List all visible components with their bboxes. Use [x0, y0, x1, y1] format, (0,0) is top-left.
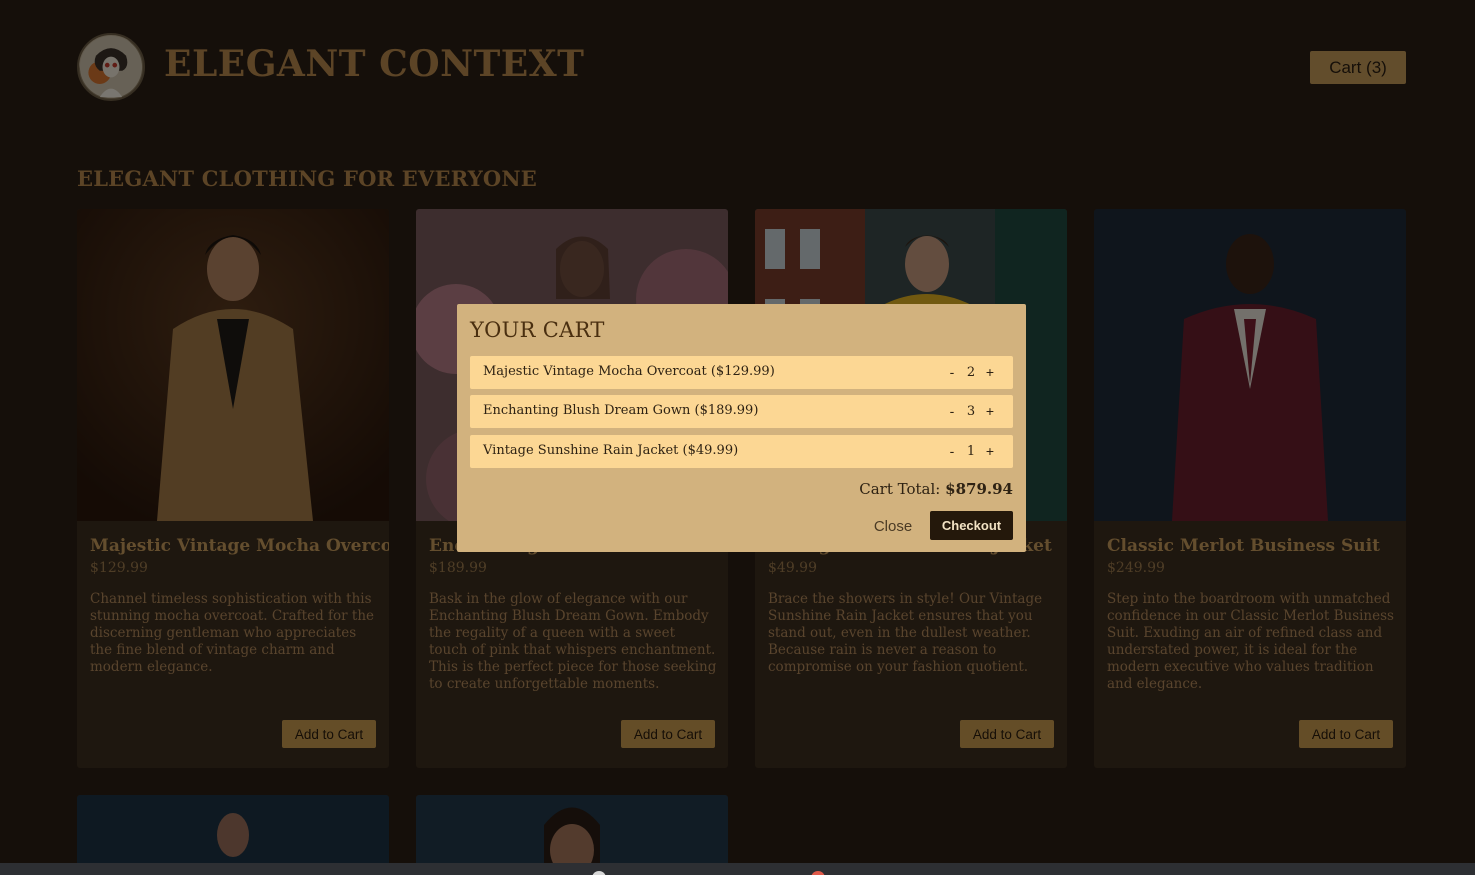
- cart-item-name: Enchanting Blush Dream Gown ($189.99): [483, 403, 759, 418]
- decrement-button[interactable]: -: [943, 443, 961, 459]
- quantity-stepper: - 2 +: [943, 361, 999, 383]
- decrement-button[interactable]: -: [943, 364, 961, 380]
- taskbar-app-icon[interactable]: [811, 871, 825, 875]
- cart-item-row: Vintage Sunshine Rain Jacket ($49.99) - …: [470, 435, 1013, 468]
- cart-modal: YOUR CART Majestic Vintage Mocha Overcoa…: [457, 304, 1026, 552]
- cart-total-value: $879.94: [945, 480, 1013, 498]
- quantity-value: 1: [966, 443, 976, 459]
- cart-item-name: Vintage Sunshine Rain Jacket ($49.99): [483, 443, 739, 458]
- close-button[interactable]: Close: [865, 515, 921, 537]
- taskbar: [0, 863, 1475, 875]
- cart-total: Cart Total: $879.94: [859, 480, 1013, 498]
- increment-button[interactable]: +: [981, 364, 999, 380]
- decrement-button[interactable]: -: [943, 403, 961, 419]
- taskbar-app-icon[interactable]: [592, 871, 606, 875]
- increment-button[interactable]: +: [981, 443, 999, 459]
- cart-total-label: Cart Total:: [859, 480, 941, 498]
- cart-item-name: Majestic Vintage Mocha Overcoat ($129.99…: [483, 364, 775, 379]
- checkout-button[interactable]: Checkout: [930, 511, 1013, 540]
- quantity-value: 3: [966, 403, 976, 419]
- cart-item-row: Enchanting Blush Dream Gown ($189.99) - …: [470, 395, 1013, 428]
- quantity-value: 2: [966, 364, 976, 380]
- increment-button[interactable]: +: [981, 403, 999, 419]
- cart-modal-title: YOUR CART: [470, 318, 605, 342]
- quantity-stepper: - 1 +: [943, 440, 999, 462]
- quantity-stepper: - 3 +: [943, 400, 999, 422]
- cart-item-row: Majestic Vintage Mocha Overcoat ($129.99…: [470, 356, 1013, 389]
